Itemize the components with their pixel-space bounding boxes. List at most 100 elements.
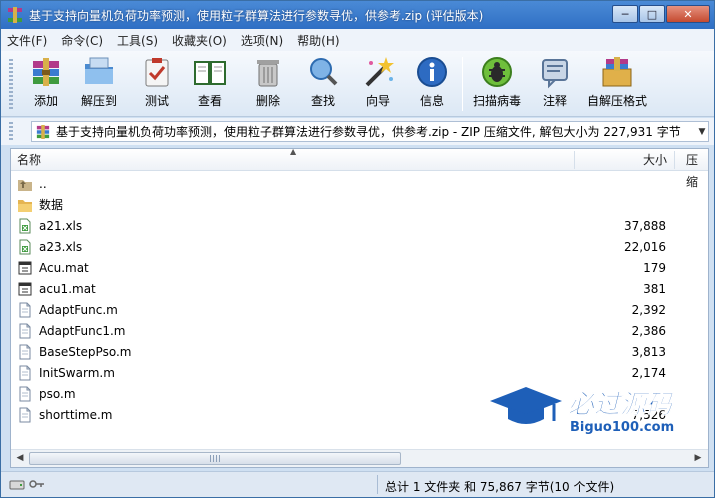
file-name: .. [39, 176, 47, 191]
address-field[interactable]: 基于支持向量机负荷功率预测，使用粒子群算法进行参数寻优，供参考.zip - ZI… [31, 121, 709, 142]
status-text: 总计 1 文件夹 和 75,867 字节(10 个文件) [385, 480, 615, 494]
column-compressed[interactable]: 压缩 [686, 149, 708, 189]
address-dropdown-icon[interactable]: ▼ [696, 127, 708, 137]
file-name: InitSwarm.m [39, 365, 115, 380]
add-button[interactable]: 添加 [29, 55, 63, 113]
info-button[interactable]: 信息 [415, 55, 449, 113]
minimize-button[interactable]: ─ [612, 5, 638, 23]
file-row[interactable]: BaseStepPso.m 3,813 [11, 341, 708, 362]
book-icon [194, 61, 226, 85]
address-bar: 基于支持向量机负荷功率预测，使用粒子群算法进行参数寻优，供参考.zip - ZI… [1, 118, 714, 145]
m-file-icon [19, 323, 31, 338]
search-icon [310, 58, 338, 86]
clipboard-check-icon [145, 58, 169, 87]
list-header: 名称 ▲ 大小 压缩 [11, 148, 708, 189]
toolbar: 添加 解压到 测试 查看 删除 查找 向导 信息 扫描病毒 注释 自解压格式 [1, 51, 714, 117]
column-size[interactable]: 大小 [643, 149, 667, 171]
file-size: 179 [643, 260, 666, 275]
wizard-button[interactable]: 向导 [361, 55, 395, 113]
xls-file-icon [19, 218, 31, 233]
archive-icon [36, 124, 50, 139]
m-file-icon [19, 302, 31, 317]
m-file-icon [19, 407, 31, 422]
m-file-icon [19, 365, 31, 380]
scroll-thumb[interactable] [29, 452, 401, 465]
xls-file-icon [19, 239, 31, 254]
file-size: 37,888 [624, 218, 666, 233]
folder-up-icon [18, 179, 32, 191]
column-name[interactable]: 名称 [17, 149, 41, 171]
menu-options[interactable]: 选项(N) [241, 32, 283, 49]
file-row[interactable]: AdaptFunc1.m 2,386 [11, 320, 708, 341]
horizontal-scrollbar[interactable]: ◀ ▶ [11, 449, 708, 467]
file-size: 2,174 [631, 365, 666, 380]
file-size: 381 [643, 281, 666, 296]
menu-favorites[interactable]: 收藏夹(O) [172, 32, 227, 49]
view-button[interactable]: 查看 [193, 55, 227, 113]
file-size: 2,386 [631, 323, 666, 338]
file-name: AdaptFunc1.m [39, 323, 126, 338]
status-icons [9, 478, 45, 491]
toolbar-separator [462, 57, 463, 111]
scan-virus-button[interactable]: 扫描病毒 [473, 55, 521, 113]
delete-label: 删除 [255, 94, 280, 108]
file-row[interactable]: 数据 [11, 194, 708, 215]
m-file-icon [19, 386, 31, 401]
drive-icon[interactable] [9, 478, 25, 491]
extract-to-label: 解压到 [81, 94, 118, 108]
file-row[interactable]: .. [11, 173, 708, 194]
column-divider[interactable] [674, 151, 675, 169]
delete-button[interactable]: 删除 [251, 55, 285, 113]
file-name: 数据 [39, 198, 64, 212]
close-button[interactable]: ✕ [666, 5, 710, 23]
virus-bug-icon [482, 57, 512, 87]
view-label: 查看 [197, 94, 222, 108]
scroll-right-icon[interactable]: ▶ [690, 452, 706, 465]
file-row[interactable]: a23.xls 22,016 [11, 236, 708, 257]
test-button[interactable]: 测试 [140, 55, 174, 113]
m-file-icon [19, 344, 31, 359]
file-row[interactable]: a21.xls 37,888 [11, 215, 708, 236]
menu-tools[interactable]: 工具(S) [117, 32, 158, 49]
menu-commands[interactable]: 命令(C) [61, 32, 103, 49]
window-title: 基于支持向量机负荷功率预测，使用粒子群算法进行参数寻优，供参考.zip (评估版… [29, 8, 484, 23]
window-controls: ─ □ ✕ [611, 5, 710, 25]
file-row[interactable]: Acu.mat 179 [11, 257, 708, 278]
svg-text:必过源码: 必过源码 [568, 390, 674, 420]
title-bar[interactable]: 基于支持向量机负荷功率预测，使用粒子群算法进行参数寻优，供参考.zip (评估版… [1, 1, 714, 29]
biguo-watermark-logo: 必过源码 Biguo100.com [490, 387, 674, 435]
file-size: 2,392 [631, 302, 666, 317]
address-grip[interactable] [9, 122, 13, 141]
add-archive-icon [33, 58, 59, 86]
app-window: 基于支持向量机负荷功率预测，使用粒子群算法进行参数寻优，供参考.zip (评估版… [0, 0, 715, 498]
comment-button[interactable]: 注释 [538, 55, 572, 113]
file-size: 22,016 [624, 239, 666, 254]
file-name: a21.xls [39, 218, 83, 233]
find-button[interactable]: 查找 [306, 55, 340, 113]
sort-arrow-icon: ▲ [290, 148, 297, 156]
file-name: pso.m [39, 386, 76, 401]
comment-icon [542, 59, 568, 89]
menu-file[interactable]: 文件(F) [7, 32, 47, 49]
scroll-left-icon[interactable]: ◀ [12, 452, 28, 465]
key-icon[interactable] [29, 478, 45, 491]
file-row[interactable]: acu1.mat 381 [11, 278, 708, 299]
file-name: AdaptFunc.m [39, 302, 118, 317]
extract-to-button[interactable]: 解压到 [81, 55, 117, 113]
file-row[interactable]: InitSwarm.m 2,174 [11, 362, 708, 383]
toolbar-grip[interactable] [9, 59, 13, 109]
info-label: 信息 [419, 94, 444, 108]
address-text: 基于支持向量机负荷功率预测，使用粒子群算法进行参数寻优，供参考.zip - ZI… [56, 125, 681, 139]
file-row[interactable]: AdaptFunc.m 2,392 [11, 299, 708, 320]
find-label: 查找 [310, 94, 335, 108]
comment-label: 注释 [542, 94, 567, 108]
wizard-label: 向导 [365, 94, 390, 108]
file-name: BaseStepPso.m [39, 344, 132, 359]
sfx-button[interactable]: 自解压格式 [587, 55, 647, 113]
file-size: 3,813 [631, 344, 666, 359]
file-name: Acu.mat [39, 260, 89, 275]
menu-help[interactable]: 帮助(H) [297, 32, 339, 49]
mat-file-icon [18, 282, 32, 295]
column-divider[interactable] [574, 151, 575, 169]
maximize-button[interactable]: □ [639, 5, 665, 23]
